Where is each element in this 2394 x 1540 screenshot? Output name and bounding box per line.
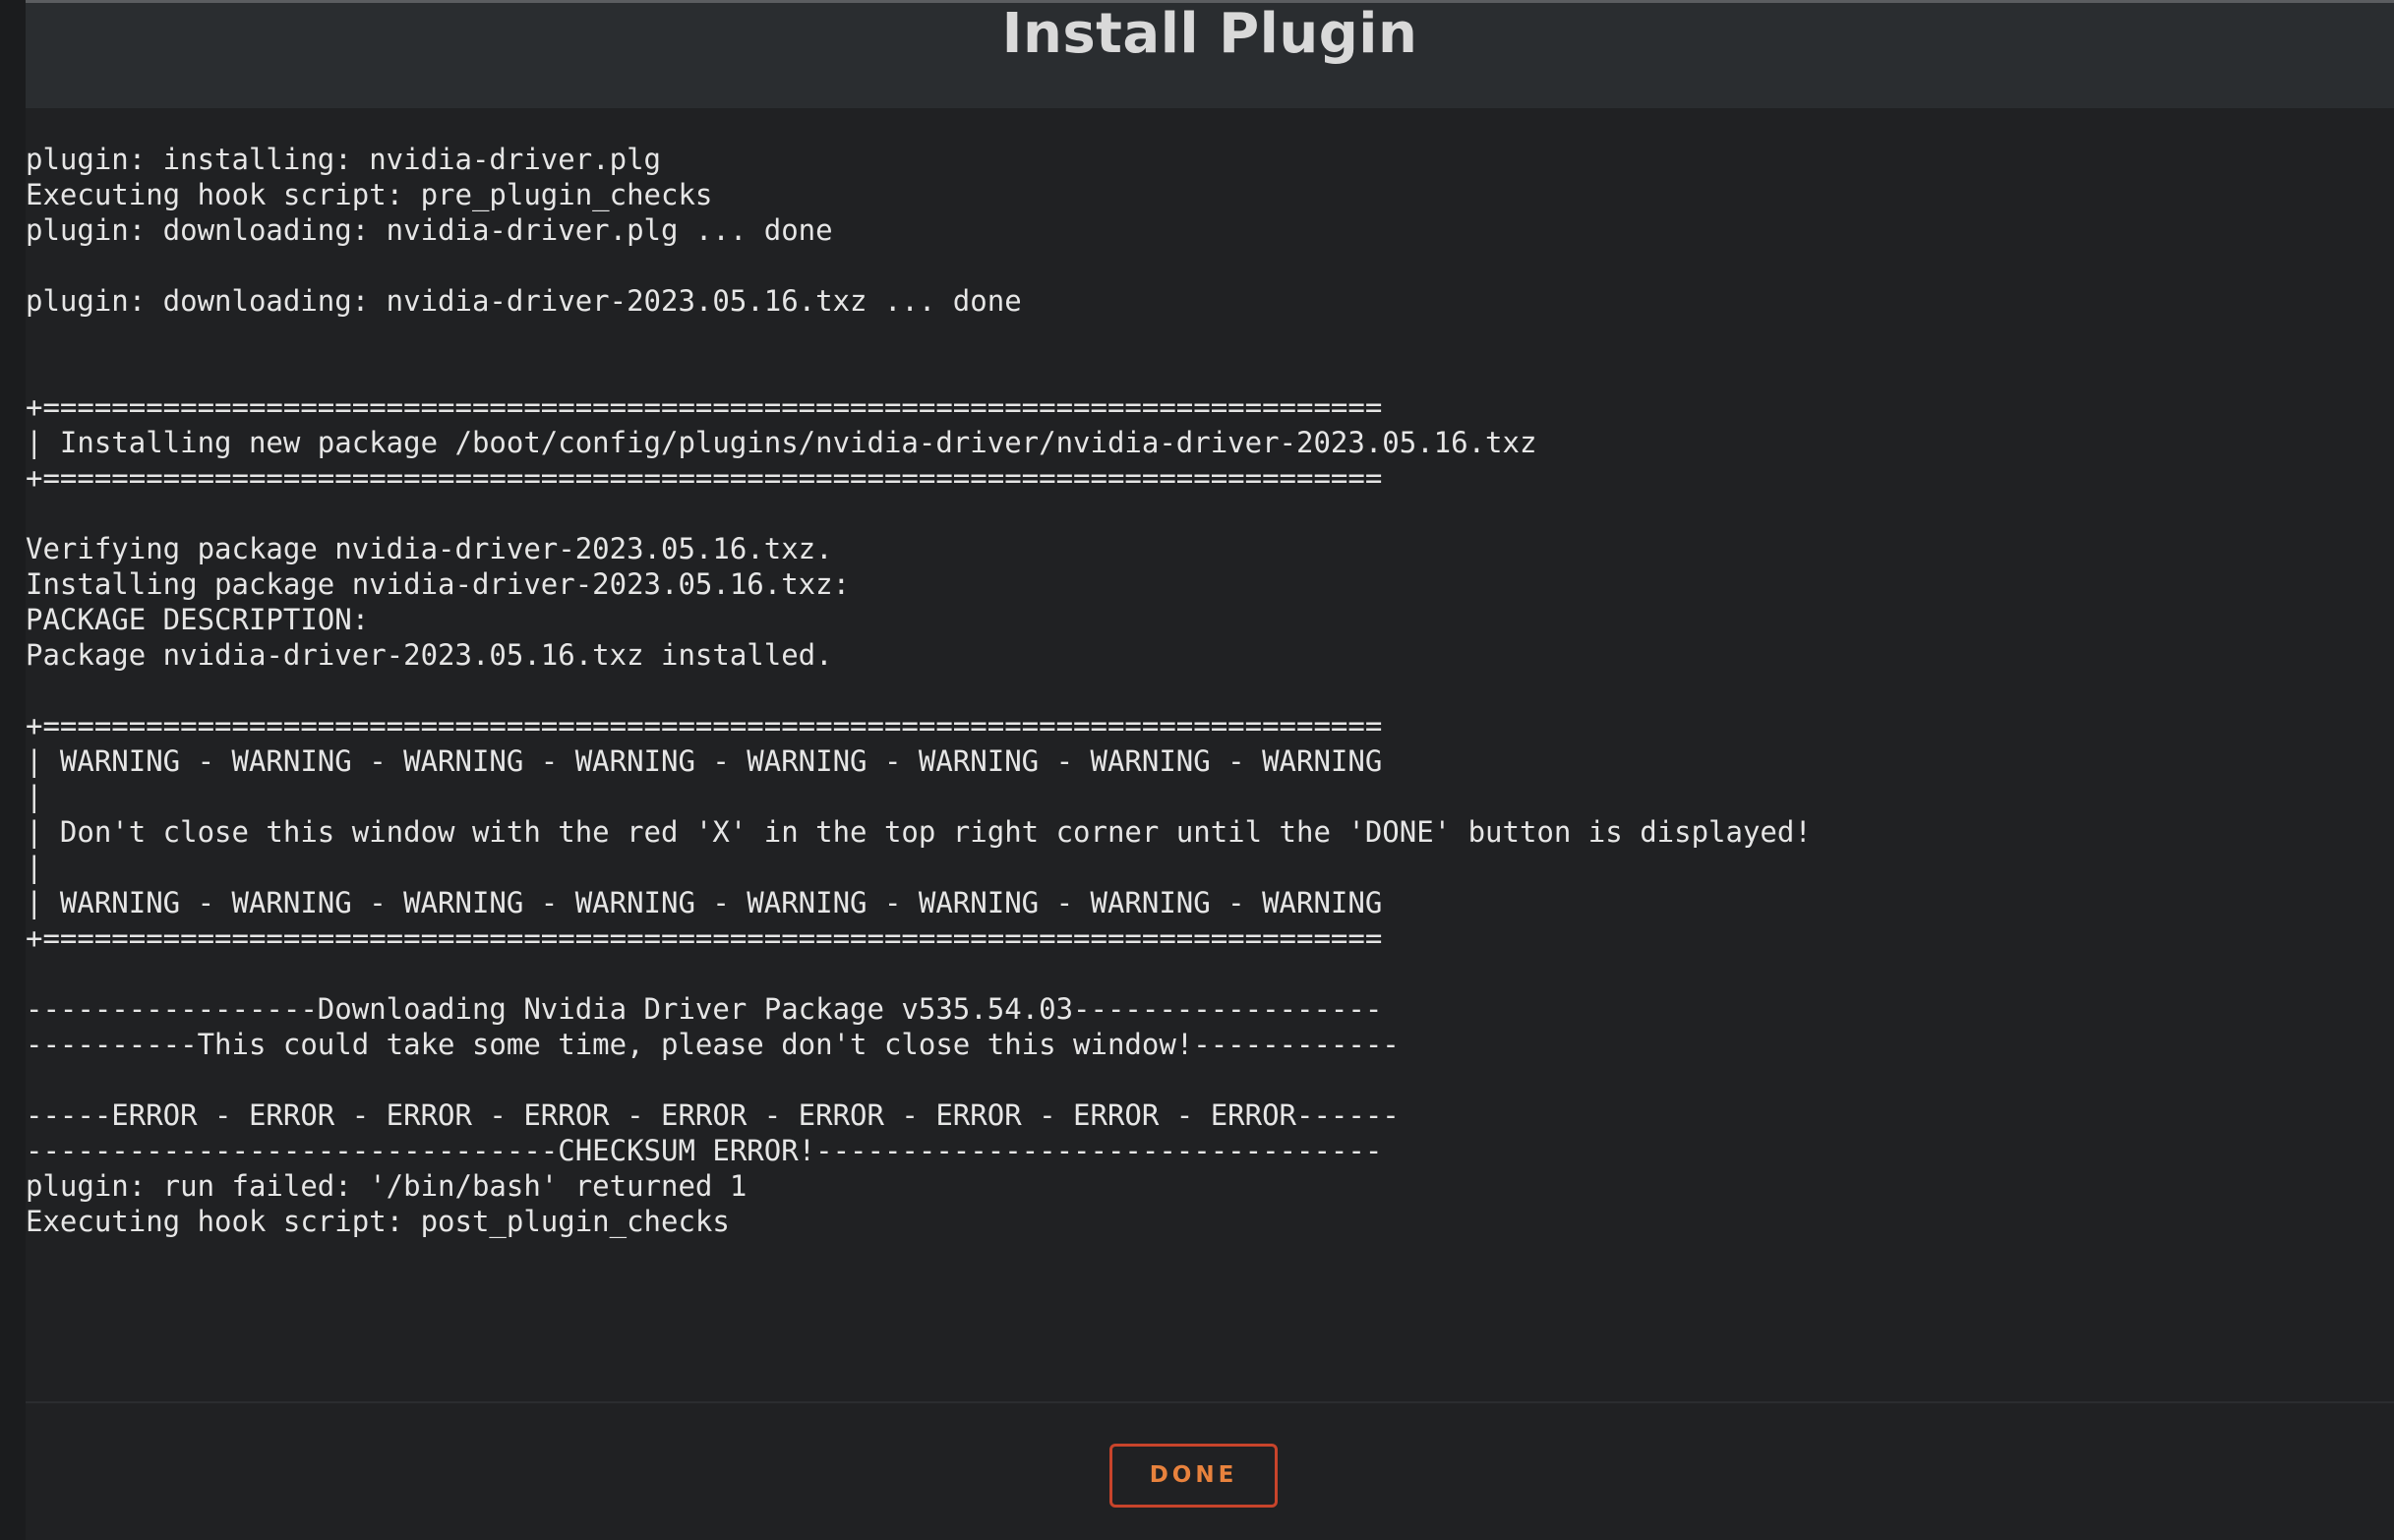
footer-divider [26, 1401, 2394, 1403]
log-line: | Don't close this window with the red '… [26, 815, 1812, 849]
log-line: | Installing new package /boot/config/pl… [26, 426, 1537, 459]
dialog-header: Install Plugin [26, 3, 2394, 108]
install-log: plugin: installing: nvidia-driver.plg Ex… [26, 108, 2394, 1401]
log-line: +=======================================… [26, 390, 1383, 424]
log-line: PACKAGE DESCRIPTION: [26, 603, 370, 636]
window-left-edge [0, 0, 26, 1540]
log-line: Executing hook script: post_plugin_check… [26, 1205, 730, 1238]
log-line: -----ERROR - ERROR - ERROR - ERROR - ERR… [26, 1098, 1400, 1132]
log-line: plugin: run failed: '/bin/bash' returned… [26, 1169, 748, 1203]
log-line: Verifying package nvidia-driver-2023.05.… [26, 532, 833, 565]
log-line: -------------------------------CHECKSUM … [26, 1134, 1383, 1167]
log-line: +=======================================… [26, 461, 1383, 495]
done-button[interactable]: DONE [1109, 1444, 1278, 1508]
log-line: -----------------Downloading Nvidia Driv… [26, 992, 1383, 1026]
log-line: Package nvidia-driver-2023.05.16.txz ins… [26, 638, 833, 672]
log-line: +=======================================… [26, 921, 1383, 955]
log-line: | WARNING - WARNING - WARNING - WARNING … [26, 886, 1383, 919]
dialog-title: Install Plugin [1001, 2, 1418, 66]
log-line: | [26, 851, 43, 884]
log-line: plugin: installing: nvidia-driver.plg [26, 143, 662, 176]
log-line: | WARNING - WARNING - WARNING - WARNING … [26, 744, 1383, 778]
log-line: ----------This could take some time, ple… [26, 1028, 1400, 1061]
log-line: +=======================================… [26, 709, 1383, 742]
log-line: Installing package nvidia-driver-2023.05… [26, 567, 851, 601]
log-line: Executing hook script: pre_plugin_checks [26, 178, 713, 211]
log-line: plugin: downloading: nvidia-driver.plg .… [26, 213, 833, 247]
log-line: plugin: downloading: nvidia-driver-2023.… [26, 284, 1022, 318]
log-line: | [26, 780, 43, 813]
